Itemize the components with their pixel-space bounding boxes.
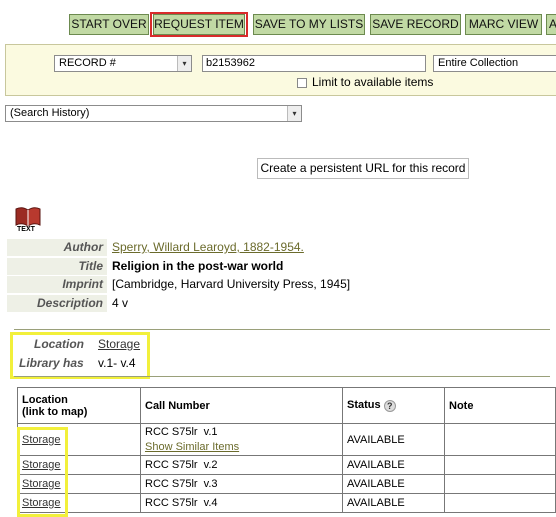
item-call-number: RCC S75lr v.2 [140,455,343,475]
column-header-location: Location (link to map) [17,387,141,424]
item-status: AVAILABLE [342,474,445,494]
divider [14,376,550,377]
item-status: AVAILABLE [342,423,445,456]
item-note [444,493,556,513]
search-input[interactable]: b2153962 [202,55,426,72]
persistent-url-button[interactable]: Create a persistent URL for this record [257,158,469,179]
save-record-button[interactable]: SAVE RECORD [370,14,461,35]
items-table: Location (link to map) Call Number Statu… [17,387,556,513]
item-note [444,455,556,475]
table-row: Storage RCC S75lr v.1 Show Similar Items… [17,423,556,456]
help-icon[interactable]: ? [383,399,396,412]
description-label: Description [7,295,107,312]
description-value: 4 v [112,296,129,310]
item-note [444,474,556,494]
next-toolbar-button[interactable]: A [546,14,556,35]
request-item-button[interactable]: REQUEST ITEM [153,14,245,35]
holdings-highlight [10,332,150,379]
column-header-location-title: Location [22,393,68,406]
search-index-select[interactable]: RECORD # ▾ [54,55,192,72]
search-scope-select[interactable]: Entire Collection [433,55,556,72]
divider [14,329,550,330]
table-header-row: Location (link to map) Call Number Statu… [17,387,556,424]
search-history-value: (Search History) [10,107,90,119]
table-row: Storage RCC S75lr v.4 AVAILABLE [17,493,556,513]
save-to-my-lists-button[interactable]: SAVE TO MY LISTS [253,14,365,35]
table-row: Storage RCC S75lr v.2 AVAILABLE [17,455,556,475]
column-header-note: Note [444,387,556,424]
format-label: TEXT [17,226,35,233]
limit-available-label: Limit to available items [312,75,434,89]
marc-view-button[interactable]: MARC VIEW [465,14,542,35]
limit-available-checkbox[interactable] [297,78,307,88]
item-call-number: RCC S75lr v.4 [140,493,343,513]
search-history-select[interactable]: (Search History) ▾ [5,105,302,122]
item-call-number: RCC S75lr v.1 [145,425,218,438]
item-note [444,423,556,456]
start-over-button[interactable]: START OVER [69,14,149,35]
item-call-number: RCC S75lr v.3 [140,474,343,494]
chevron-down-icon: ▾ [177,56,191,71]
imprint-label: Imprint [7,276,107,293]
item-status: AVAILABLE [342,493,445,513]
column-header-status-label: Status [347,399,381,412]
column-header-call-number: Call Number [140,387,343,424]
show-similar-items-link[interactable]: Show Similar Items [145,440,338,455]
search-scope-value: Entire Collection [438,57,519,69]
title-value: Religion in the post-war world [112,259,284,273]
chevron-down-icon: ▾ [287,106,301,121]
author-link[interactable]: Sperry, Willard Learoyd, 1882-1954. [112,239,304,256]
title-label: Title [7,258,107,275]
imprint-value: [Cambridge, Harvard University Press, 19… [112,277,351,291]
column-header-status: Status ? [342,387,445,424]
author-label: Author [7,239,107,256]
table-row: Storage RCC S75lr v.3 AVAILABLE [17,474,556,494]
search-index-value: RECORD # [59,57,116,69]
storage-links-highlight [17,427,68,517]
item-status: AVAILABLE [342,455,445,475]
column-header-location-subtitle: (link to map) [22,405,88,418]
